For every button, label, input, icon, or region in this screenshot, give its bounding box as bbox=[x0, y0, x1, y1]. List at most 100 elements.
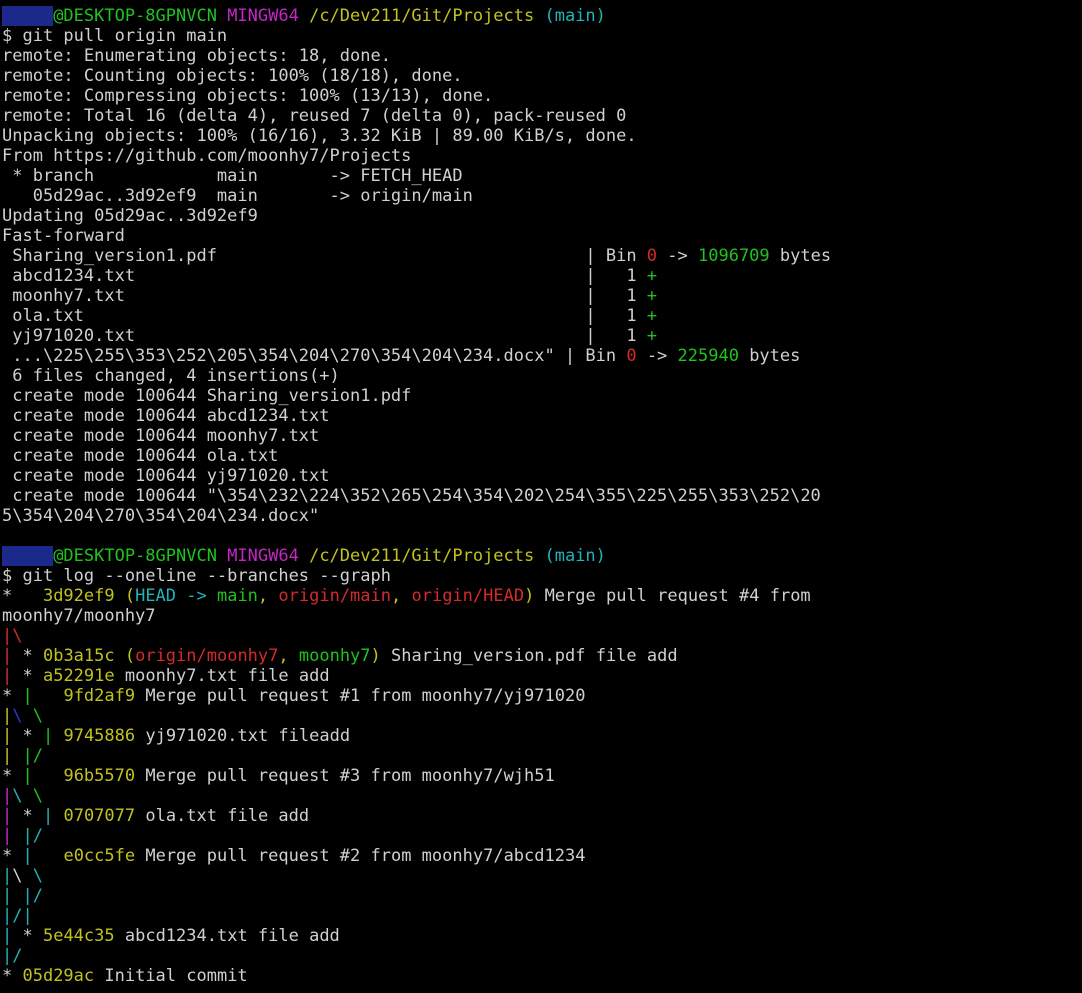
terminal-text: create mode 100644 ola.txt bbox=[2, 446, 279, 466]
terminal-text: yj971020.txt | 1 bbox=[2, 326, 647, 346]
terminal-line: From https://github.com/moonhy7/Projects bbox=[2, 146, 1082, 166]
terminal-text: 3d92ef9 ( bbox=[42, 586, 136, 606]
terminal-text: 0 bbox=[646, 246, 658, 266]
terminal-text: \ bbox=[32, 866, 43, 886]
terminal-line: | * 5e44c35 abcd1234.txt file add bbox=[2, 926, 1082, 946]
terminal-line: moonhy7.txt | 1 + bbox=[2, 286, 1082, 306]
terminal-text: | bbox=[22, 846, 33, 866]
terminal-text: 1096709 bbox=[698, 246, 770, 266]
terminal-text: \ bbox=[12, 706, 23, 726]
terminal-line: abcd1234.txt | 1 + bbox=[2, 266, 1082, 286]
terminal-text: ola.txt file add bbox=[135, 806, 310, 826]
terminal-text: \ bbox=[32, 786, 43, 806]
terminal-line: remote: Total 16 (delta 4), reused 7 (de… bbox=[2, 106, 1082, 126]
terminal-line: @DESKTOP-8GPNVCN MINGW64 /c/Dev211/Git/P… bbox=[2, 6, 1082, 26]
terminal-text: * bbox=[12, 666, 43, 686]
terminal-text: Merge pull request #2 from moonhy7/abcd1… bbox=[135, 846, 586, 866]
terminal-text: | bbox=[22, 686, 33, 706]
terminal-text: create mode 100644 moonhy7.txt bbox=[2, 426, 320, 446]
redacted-username bbox=[2, 6, 54, 26]
terminal-line: ola.txt | 1 + bbox=[2, 306, 1082, 326]
terminal-line: remote: Counting objects: 100% (18/18), … bbox=[2, 66, 1082, 86]
terminal-text: |/| bbox=[2, 906, 33, 926]
terminal-line: | |/ bbox=[2, 826, 1082, 846]
terminal-text: /c/Dev211/Git/Projects bbox=[309, 546, 545, 566]
terminal-text: e0cc5fe bbox=[63, 846, 136, 866]
terminal-line: ...\225\255\353\252\205\354\204\270\354\… bbox=[2, 346, 1082, 366]
terminal-text: | bbox=[2, 826, 13, 846]
terminal-text: yj971020.txt fileadd bbox=[135, 726, 351, 746]
terminal-text: create mode 100644 "\354\232\224\352\265… bbox=[2, 486, 821, 506]
terminal-text: + bbox=[646, 266, 658, 286]
terminal-line: @DESKTOP-8GPNVCN MINGW64 /c/Dev211/Git/P… bbox=[2, 546, 1082, 566]
terminal-text: Fast-forward bbox=[2, 226, 125, 246]
terminal-text: Initial commit bbox=[94, 966, 248, 986]
terminal-text: 0707077 bbox=[63, 806, 136, 826]
terminal-text: | bbox=[42, 806, 54, 826]
terminal-text: 0 bbox=[626, 346, 637, 366]
terminal-line: |/ bbox=[2, 946, 1082, 966]
terminal-text: * bbox=[12, 806, 43, 826]
terminal-text: |/ bbox=[22, 746, 43, 766]
terminal-text: MINGW64 bbox=[227, 546, 310, 566]
terminal-line: * 3d92ef9 (HEAD -> main, origin/main, or… bbox=[2, 586, 1082, 606]
terminal-line: | * 0b3a15c (origin/moonhy7, moonhy7) Sh… bbox=[2, 646, 1082, 666]
terminal-line: |\ \ bbox=[2, 866, 1082, 886]
terminal-text: + bbox=[646, 306, 658, 326]
terminal-text: 9745886 bbox=[63, 726, 136, 746]
terminal-line: remote: Compressing objects: 100% (13/13… bbox=[2, 86, 1082, 106]
terminal-text: /c/Dev211/Git/Projects bbox=[309, 6, 545, 26]
terminal-text: , bbox=[278, 646, 299, 666]
terminal-text: HEAD -> bbox=[135, 586, 217, 606]
terminal-line: Unpacking objects: 100% (16/16), 3.32 Ki… bbox=[2, 126, 1082, 146]
terminal-line: |\ \ bbox=[2, 706, 1082, 726]
terminal-text: Merge pull request #3 from moonhy7/wjh51 bbox=[135, 766, 555, 786]
terminal-text: * branch main -> FETCH_HEAD bbox=[2, 166, 463, 186]
terminal-text: origin/main bbox=[278, 586, 391, 606]
terminal-text: -> bbox=[657, 246, 698, 266]
terminal-text: , bbox=[257, 586, 279, 606]
terminal-text: create mode 100644 yj971020.txt bbox=[2, 466, 330, 486]
terminal-text: | bbox=[2, 786, 13, 806]
terminal-line: yj971020.txt | 1 + bbox=[2, 326, 1082, 346]
terminal-text: 05d29ac..3d92ef9 main -> origin/main bbox=[2, 186, 473, 206]
terminal-text: 9fd2af9 bbox=[63, 686, 136, 706]
terminal-text: |/ bbox=[22, 886, 43, 906]
terminal-text: Merge pull request #1 from moonhy7/yj971… bbox=[135, 686, 586, 706]
terminal-text: | bbox=[2, 706, 13, 726]
terminal-text: 5\354\204\270\354\204\234.docx" bbox=[2, 506, 320, 526]
terminal-line: | |/ bbox=[2, 886, 1082, 906]
terminal-text: origin/moonhy7 bbox=[135, 646, 279, 666]
terminal-text: | bbox=[2, 666, 13, 686]
terminal-output[interactable]: @DESKTOP-8GPNVCN MINGW64 /c/Dev211/Git/P… bbox=[0, 0, 1082, 993]
terminal-line: create mode 100644 yj971020.txt bbox=[2, 466, 1082, 486]
terminal-text: * bbox=[12, 926, 43, 946]
terminal-text: \ bbox=[12, 866, 33, 886]
terminal-text: abcd1234.txt | 1 bbox=[2, 266, 647, 286]
terminal-text: Sharing_version.pdf file add bbox=[380, 646, 678, 666]
terminal-text: moonhy7/moonhy7 bbox=[2, 606, 156, 626]
terminal-text: 0b3a15c ( bbox=[42, 646, 136, 666]
terminal-text: (main) bbox=[544, 546, 606, 566]
terminal-text: -> bbox=[636, 346, 678, 366]
terminal-text: | bbox=[2, 646, 13, 666]
terminal-text: $ git log --oneline --branches --graph bbox=[2, 566, 391, 586]
terminal-text: * bbox=[2, 966, 23, 986]
terminal-text: @DESKTOP-8GPNVCN bbox=[53, 6, 228, 26]
terminal-text: bytes bbox=[769, 246, 832, 266]
terminal-text: Sharing_version1.pdf | Bin bbox=[2, 246, 647, 266]
terminal-text: moonhy7 bbox=[298, 646, 371, 666]
terminal-line: | * | 0707077 ola.txt file add bbox=[2, 806, 1082, 826]
terminal-text: moonhy7.txt file add bbox=[114, 666, 330, 686]
terminal-text: | bbox=[2, 726, 13, 746]
terminal-text: Merge pull request #4 from bbox=[534, 586, 811, 606]
terminal-text: * bbox=[2, 586, 43, 606]
terminal-text: main bbox=[216, 586, 258, 606]
terminal-line: 05d29ac..3d92ef9 main -> origin/main bbox=[2, 186, 1082, 206]
